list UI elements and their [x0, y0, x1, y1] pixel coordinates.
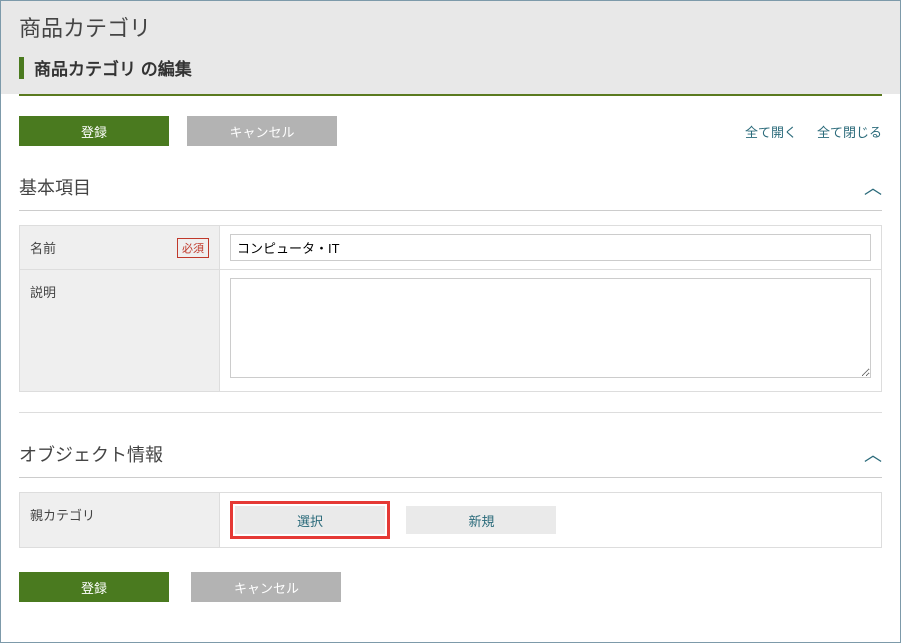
desc-input-cell	[220, 270, 882, 392]
desc-label-cell: 説明	[20, 270, 220, 392]
required-badge: 必須	[177, 238, 209, 258]
register-button[interactable]: 登録	[19, 116, 169, 146]
section-object: オブジェクト情報 ︿ 親カテゴリ 選択 新規	[19, 441, 882, 548]
bottom-action-row: 登録 キャンセル	[19, 572, 882, 602]
parent-label-cell: 親カテゴリ	[20, 493, 220, 548]
cancel-button-bottom[interactable]: キャンセル	[191, 572, 341, 602]
select-button[interactable]: 選択	[235, 506, 385, 534]
section-object-title: オブジェクト情報	[19, 441, 864, 467]
sub-title: 商品カテゴリ の編集	[34, 55, 192, 80]
name-input-cell	[220, 226, 882, 270]
collapse-all-link[interactable]: 全て閉じる	[817, 122, 882, 141]
basic-form-table: 名前 必須 説明	[19, 225, 882, 392]
highlight-annotation: 選択	[230, 501, 390, 539]
name-label-cell: 名前 必須	[20, 226, 220, 270]
parent-label: 親カテゴリ	[30, 508, 95, 523]
desc-label: 説明	[30, 285, 56, 300]
page-header: 商品カテゴリ 商品カテゴリ の編集	[1, 1, 900, 94]
section-basic-title: 基本項目	[19, 174, 864, 200]
sub-title-row: 商品カテゴリ の編集	[19, 55, 882, 94]
page-title: 商品カテゴリ	[19, 11, 882, 55]
divider-green	[19, 94, 882, 96]
register-button-bottom[interactable]: 登録	[19, 572, 169, 602]
chevron-up-icon: ︿	[864, 441, 882, 467]
expand-all-link[interactable]: 全て開く	[745, 122, 797, 141]
cancel-button[interactable]: キャンセル	[187, 116, 337, 146]
section-separator	[19, 412, 882, 413]
chevron-up-icon: ︿	[864, 174, 882, 200]
content-area: 登録 キャンセル 全て開く 全て閉じる 基本項目 ︿ 名前 必須 説明	[1, 94, 900, 622]
top-action-row: 登録 キャンセル 全て開く 全て閉じる	[19, 116, 882, 146]
accent-bar	[19, 57, 24, 79]
parent-input-cell: 選択 新規	[220, 493, 882, 548]
desc-textarea[interactable]	[230, 278, 871, 378]
name-input[interactable]	[230, 234, 871, 261]
section-object-header[interactable]: オブジェクト情報 ︿	[19, 441, 882, 478]
object-form-table: 親カテゴリ 選択 新規	[19, 492, 882, 548]
section-basic: 基本項目 ︿ 名前 必須 説明	[19, 174, 882, 392]
new-button[interactable]: 新規	[406, 506, 556, 534]
name-label: 名前	[30, 241, 56, 256]
section-basic-header[interactable]: 基本項目 ︿	[19, 174, 882, 211]
